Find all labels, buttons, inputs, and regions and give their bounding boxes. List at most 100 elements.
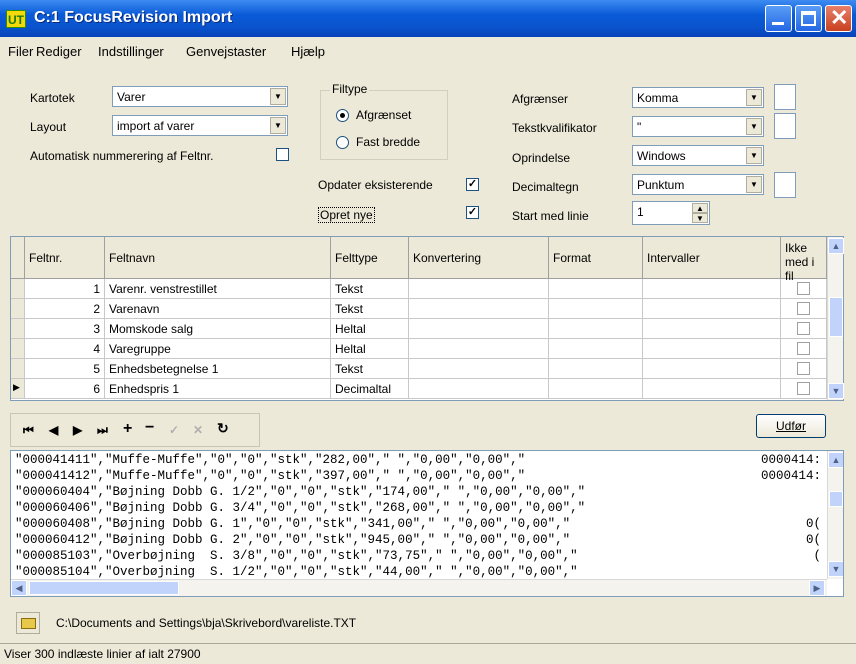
col-feltnavn[interactable]: Feltnavn xyxy=(105,237,331,279)
tekstkval-custom-input[interactable] xyxy=(774,113,796,139)
title-bar[interactable]: UT C:1 FocusRevision Import ✕ xyxy=(0,0,856,37)
grid-cell[interactable]: Varegruppe xyxy=(105,339,331,359)
col-felttype[interactable]: Felttype xyxy=(331,237,409,279)
decimaltegn-custom-input[interactable] xyxy=(774,172,796,198)
first-record-icon[interactable]: ⏮ xyxy=(23,423,34,438)
field-grid[interactable]: Feltnr. Feltnavn Felttype Konvertering F… xyxy=(10,236,844,401)
grid-cell[interactable] xyxy=(409,379,549,399)
startlinie-spinner[interactable]: 1 ▲ ▼ xyxy=(632,201,710,225)
preview-vscrollbar[interactable]: ▲ ▼ xyxy=(827,451,843,579)
scroll-thumb[interactable] xyxy=(829,297,843,337)
menu-rediger[interactable]: Rediger xyxy=(36,44,82,59)
col-intervaller[interactable]: Intervaller xyxy=(643,237,781,279)
grid-cell[interactable]: 1 xyxy=(25,279,105,299)
layout-select[interactable]: import af varer ▼ xyxy=(112,115,288,136)
grid-cell[interactable] xyxy=(549,379,643,399)
grid-cell[interactable] xyxy=(643,319,781,339)
grid-scrollbar[interactable]: ▲ ▼ xyxy=(827,237,844,400)
chevron-down-icon[interactable]: ▼ xyxy=(746,147,762,164)
grid-cell[interactable]: Momskode salg xyxy=(105,319,331,339)
grid-cell[interactable]: Varenavn xyxy=(105,299,331,319)
menu-filer[interactable]: Filer xyxy=(8,44,33,59)
scroll-up-icon[interactable]: ▲ xyxy=(828,452,843,468)
grid-cell[interactable] xyxy=(643,339,781,359)
radio-afgraenset[interactable] xyxy=(336,109,349,122)
scroll-down-icon[interactable]: ▼ xyxy=(828,561,843,577)
grid-cell[interactable] xyxy=(781,359,827,379)
confirm-icon[interactable]: ✓ xyxy=(169,423,179,437)
scroll-down-icon[interactable]: ▼ xyxy=(828,383,844,399)
oprindelse-select[interactable]: Windows ▼ xyxy=(632,145,764,166)
spin-up-icon[interactable]: ▲ xyxy=(692,203,708,213)
grid-cell[interactable] xyxy=(549,319,643,339)
grid-cell[interactable]: 5 xyxy=(25,359,105,379)
grid-cell[interactable] xyxy=(409,279,549,299)
row-indicator[interactable] xyxy=(11,279,25,299)
menu-indstillinger[interactable]: Indstillinger xyxy=(98,44,164,59)
scroll-thumb[interactable] xyxy=(29,581,179,595)
row-indicator[interactable] xyxy=(11,339,25,359)
chevron-down-icon[interactable]: ▼ xyxy=(746,118,762,135)
grid-cell[interactable] xyxy=(409,339,549,359)
grid-cell[interactable] xyxy=(409,319,549,339)
scroll-left-icon[interactable]: ◀ xyxy=(11,580,27,596)
grid-cell[interactable] xyxy=(781,299,827,319)
grid-cell[interactable]: Enhedsbetegnelse 1 xyxy=(105,359,331,379)
grid-cell[interactable] xyxy=(781,279,827,299)
cancel-icon[interactable]: ✕ xyxy=(193,423,203,437)
grid-cell[interactable] xyxy=(643,299,781,319)
maximize-button[interactable] xyxy=(795,5,822,32)
grid-cell[interactable]: Tekst xyxy=(331,299,409,319)
opret-checkbox[interactable]: ✓ xyxy=(466,206,479,219)
add-record-icon[interactable]: + xyxy=(123,420,132,438)
ikke-med-checkbox[interactable] xyxy=(797,382,810,395)
next-record-icon[interactable]: ▶ xyxy=(73,423,82,437)
grid-cell[interactable] xyxy=(781,379,827,399)
auto-num-checkbox[interactable] xyxy=(276,148,289,161)
col-feltnr[interactable]: Feltnr. xyxy=(25,237,105,279)
last-record-icon[interactable]: ⏭ xyxy=(97,423,108,438)
spin-down-icon[interactable]: ▼ xyxy=(692,213,708,223)
grid-cell[interactable]: Varenr. venstrestillet xyxy=(105,279,331,299)
chevron-down-icon[interactable]: ▼ xyxy=(746,89,762,106)
chevron-down-icon[interactable]: ▼ xyxy=(746,176,762,193)
delete-record-icon[interactable]: − xyxy=(145,419,154,437)
ikke-med-checkbox[interactable] xyxy=(797,322,810,335)
open-file-button[interactable] xyxy=(16,612,40,634)
grid-cell[interactable] xyxy=(549,359,643,379)
ikke-med-checkbox[interactable] xyxy=(797,362,810,375)
ikke-med-checkbox[interactable] xyxy=(797,282,810,295)
minimize-button[interactable] xyxy=(765,5,792,32)
grid-cell[interactable] xyxy=(409,299,549,319)
chevron-down-icon[interactable]: ▼ xyxy=(270,88,286,105)
row-indicator[interactable] xyxy=(11,359,25,379)
refresh-icon[interactable]: ↻ xyxy=(217,420,229,437)
ikke-med-checkbox[interactable] xyxy=(797,342,810,355)
grid-cell[interactable]: 6 xyxy=(25,379,105,399)
grid-cell[interactable]: Tekst xyxy=(331,359,409,379)
menu-hjaelp[interactable]: Hjælp xyxy=(291,44,325,59)
grid-cell[interactable]: 4 xyxy=(25,339,105,359)
decimaltegn-select[interactable]: Punktum ▼ xyxy=(632,174,764,195)
row-indicator[interactable]: ▶ xyxy=(11,379,25,399)
grid-cell[interactable] xyxy=(549,279,643,299)
col-ikke-med[interactable]: Ikke med i fil xyxy=(781,237,827,283)
grid-cell[interactable] xyxy=(643,359,781,379)
afgraenser-custom-input[interactable] xyxy=(774,84,796,110)
grid-cell[interactable]: 2 xyxy=(25,299,105,319)
afgraenser-select[interactable]: Komma ▼ xyxy=(632,87,764,108)
grid-cell[interactable] xyxy=(781,319,827,339)
grid-cell[interactable]: Decimaltal xyxy=(331,379,409,399)
udfor-button[interactable]: Udfør xyxy=(756,414,826,438)
grid-cell[interactable]: Heltal xyxy=(331,339,409,359)
row-indicator[interactable] xyxy=(11,299,25,319)
ikke-med-checkbox[interactable] xyxy=(797,302,810,315)
grid-cell[interactable] xyxy=(643,279,781,299)
opdater-checkbox[interactable]: ✓ xyxy=(466,178,479,191)
col-konvertering[interactable]: Konvertering xyxy=(409,237,549,279)
grid-cell[interactable]: 3 xyxy=(25,319,105,339)
close-button[interactable]: ✕ xyxy=(825,5,852,32)
grid-cell[interactable] xyxy=(643,379,781,399)
grid-cell[interactable]: Enhedspris 1 xyxy=(105,379,331,399)
radio-fast-bredde[interactable] xyxy=(336,136,349,149)
